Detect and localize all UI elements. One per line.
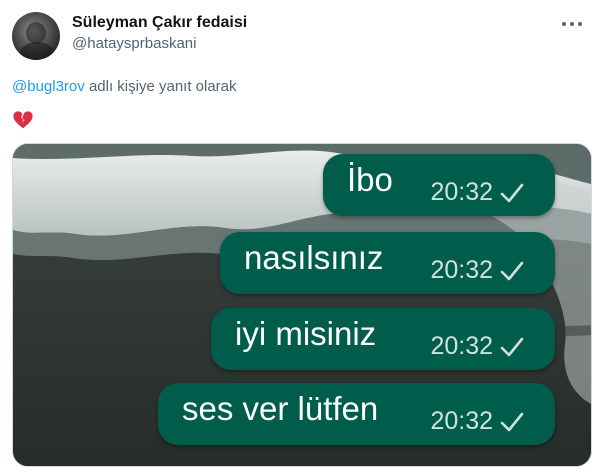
sent-check-icon — [500, 261, 524, 281]
more-options-icon[interactable] — [562, 14, 582, 34]
media-image[interactable]: İbo 20:32 nasılsınız 20:32 iyi misiniz 2… — [12, 143, 592, 467]
author-display-name[interactable]: Süleyman Çakır fedaisi — [72, 14, 247, 32]
broken-heart-icon — [13, 111, 33, 129]
chat-message-text: İbo — [347, 161, 393, 198]
chat-message-time: 20:32 — [430, 407, 493, 435]
chat-message-time: 20:32 — [430, 332, 493, 360]
avatar-figure-body — [20, 42, 54, 60]
chat-message[interactable]: İbo 20:32 — [323, 154, 555, 216]
chat-message-text: iyi misiniz — [235, 315, 377, 352]
avatar-figure-head — [26, 22, 46, 44]
chat-message-text: ses ver lütfen — [182, 390, 379, 427]
author-handle[interactable]: @hataysprbaskani — [72, 35, 196, 52]
chat-message[interactable]: ses ver lütfen 20:32 — [158, 383, 555, 445]
reply-context-text: adlı kişiye yanıt olarak — [88, 78, 237, 95]
avatar[interactable] — [12, 12, 60, 60]
sent-check-icon — [500, 412, 524, 432]
chat-message[interactable]: iyi misiniz 20:32 — [211, 308, 555, 370]
sent-check-icon — [500, 337, 524, 357]
chat-message-text: nasılsınız — [244, 239, 384, 276]
sent-check-icon — [500, 183, 524, 203]
reply-context: @bugl3rov adlı kişiye yanıt olarak — [12, 78, 237, 95]
chat-message-time: 20:32 — [430, 178, 493, 206]
chat-message[interactable]: nasılsınız 20:32 — [220, 232, 555, 294]
reply-mention-link[interactable]: @bugl3rov — [12, 78, 85, 95]
chat-message-time: 20:32 — [430, 256, 493, 284]
